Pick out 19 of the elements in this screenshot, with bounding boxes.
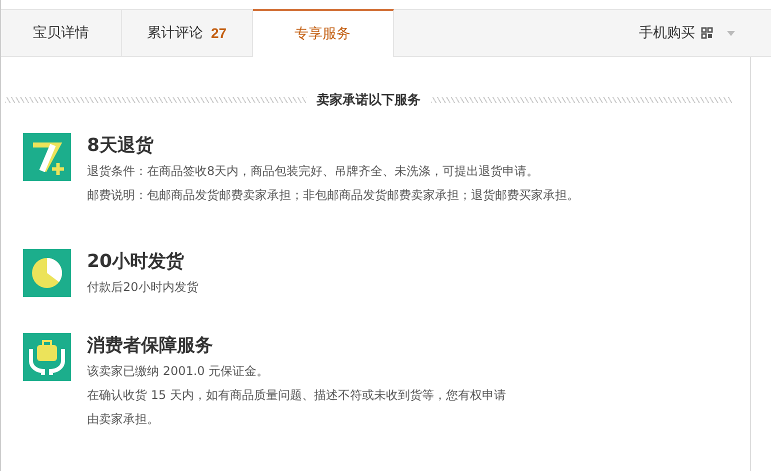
mobile-buy-link[interactable]: 手机购买 xyxy=(639,24,695,42)
service-description: 该卖家已缴纳 2001.0 元保证金。 xyxy=(87,363,270,380)
qr-code-icon xyxy=(701,27,713,39)
service-title: 消费者保障服务 xyxy=(87,334,214,358)
service-title: 20小时发货 xyxy=(87,250,186,274)
service-description: 邮费说明：包邮商品发货邮费卖家承担；非包邮商品发货邮费卖家承担；退货邮费买家承担。 xyxy=(87,187,579,204)
tab[interactable]: 宝贝详情 xyxy=(1,10,122,56)
pie-clock-icon xyxy=(23,249,71,297)
caret-icon[interactable] xyxy=(727,30,735,36)
service-description: 退货条件：在商品签收8天内，商品包装完好、吊牌齐全、未洗涤，可提出退货申请。 xyxy=(87,163,540,180)
service-description: 由卖家承担。 xyxy=(87,411,160,428)
hands-bag-icon xyxy=(23,333,71,381)
seven-plus-icon xyxy=(23,133,71,181)
service-title: 8天退货 xyxy=(87,134,155,158)
service-description: 付款后20小时内发货 xyxy=(87,279,198,296)
service-description: 在确认收货 15 天内，如有商品质量问题、描述不符或未收到货等，您有权申请 xyxy=(87,387,506,404)
review-count: 27 xyxy=(211,25,227,41)
section-heading: 卖家承诺以下服务 xyxy=(316,92,420,109)
tab[interactable]: 专享服务 xyxy=(252,9,394,57)
